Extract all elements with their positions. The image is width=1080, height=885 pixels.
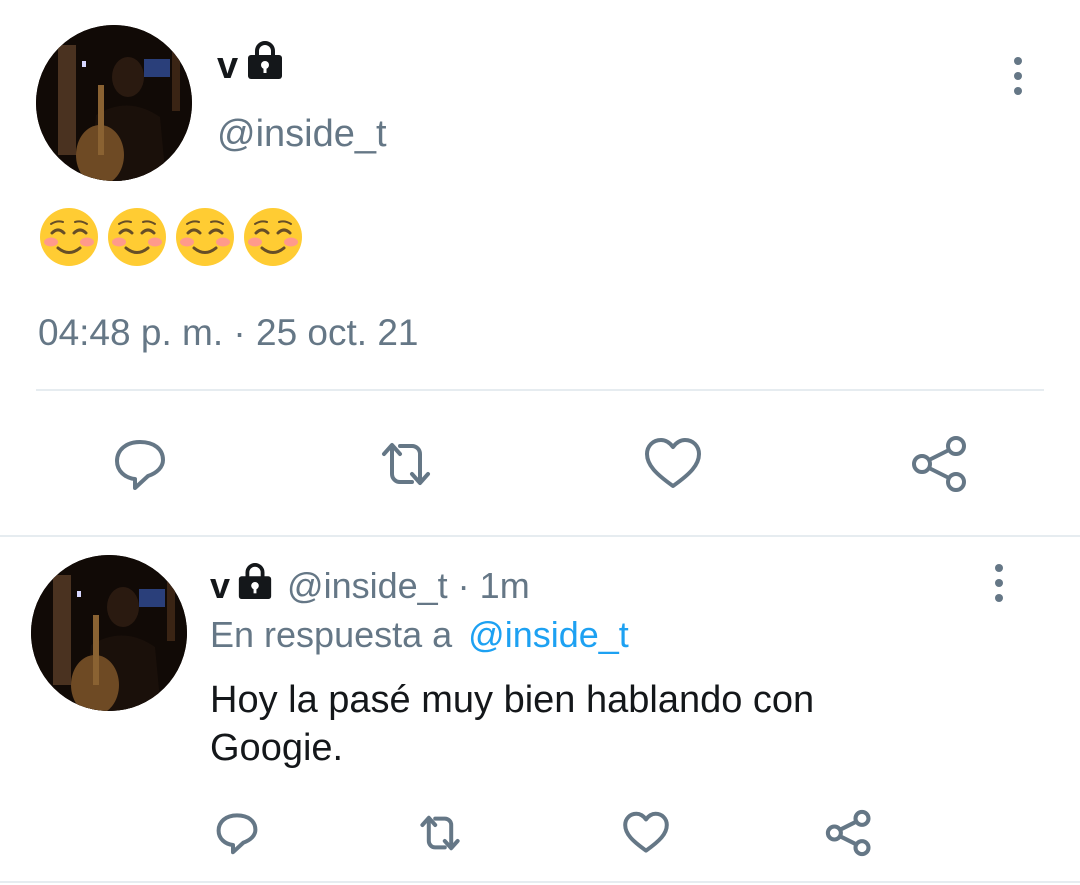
tweet-text-line: Hoy la pasé muy bien hablando con [210, 679, 815, 721]
timestamp[interactable]: 04:48 p. m. · 25 oct. 21 [38, 311, 419, 355]
reply-header: v @inside_t · 1m [210, 562, 530, 610]
smiling-face-icon [174, 206, 236, 268]
share-icon[interactable] [822, 806, 876, 860]
replying-prefix: En respuesta a [210, 614, 453, 655]
lock-icon [244, 40, 286, 85]
more-options-icon[interactable] [993, 564, 1005, 602]
time-ago[interactable]: 1m [480, 565, 530, 607]
display-name[interactable]: v [210, 562, 230, 610]
like-icon[interactable] [642, 434, 704, 494]
avatar[interactable] [31, 555, 187, 711]
like-icon[interactable] [620, 808, 672, 858]
handle[interactable]: @inside_t [217, 112, 387, 156]
tweet-body-emojis [38, 206, 304, 268]
replying-to: En respuesta a @inside_t [210, 612, 629, 658]
avatar-photo [36, 25, 192, 181]
display-name[interactable]: v [217, 42, 238, 90]
replying-to-handle[interactable]: @inside_t [468, 614, 629, 655]
avatar-photo [31, 555, 187, 711]
share-icon[interactable] [908, 432, 972, 496]
reply-icon[interactable] [108, 432, 172, 496]
author-row: v [217, 40, 286, 90]
reply-icon[interactable] [212, 808, 262, 858]
separator-dot: · [457, 565, 470, 606]
smiling-face-icon [106, 206, 168, 268]
divider [36, 389, 1044, 391]
bottom-divider [0, 881, 1080, 883]
tweet-text-line: Googie. [210, 727, 344, 769]
smiling-face-icon [242, 206, 304, 268]
retweet-icon[interactable] [372, 434, 440, 494]
lock-icon [235, 562, 275, 605]
section-divider [0, 535, 1080, 537]
handle[interactable]: @inside_t [287, 565, 448, 607]
avatar[interactable] [36, 25, 192, 181]
more-options-icon[interactable] [1012, 57, 1024, 95]
tweet-text: Hoy la pasé muy bien hablando con Googie… [210, 676, 814, 772]
smiling-face-icon [38, 206, 100, 268]
retweet-icon[interactable] [410, 808, 470, 858]
